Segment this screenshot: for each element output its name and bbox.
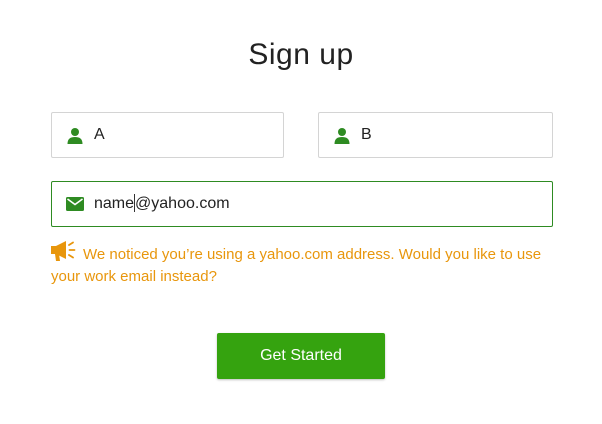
email-notice: We noticed you’re using a yahoo.com addr… bbox=[51, 240, 561, 288]
email-value-after-caret: @yahoo.com bbox=[135, 195, 230, 213]
last-name-value: B bbox=[361, 126, 372, 143]
text-caret bbox=[134, 193, 136, 212]
megaphone-icon bbox=[51, 240, 77, 262]
notice-text: We noticed you’re using a yahoo.com addr… bbox=[51, 246, 542, 285]
signup-page: Sign up A B name@yahoo.com We noticed yo… bbox=[0, 0, 602, 424]
email-value-before-caret: name bbox=[94, 195, 135, 213]
email-field[interactable]: name@yahoo.com bbox=[51, 181, 553, 227]
page-title: Sign up bbox=[248, 38, 354, 71]
user-icon bbox=[66, 126, 84, 144]
get-started-button[interactable]: Get Started bbox=[217, 333, 385, 379]
email-value: name@yahoo.com bbox=[94, 193, 230, 213]
user-icon bbox=[333, 126, 351, 144]
first-name-value: A bbox=[94, 126, 105, 143]
first-name-field[interactable]: A bbox=[51, 112, 284, 158]
envelope-icon bbox=[66, 195, 84, 213]
last-name-field[interactable]: B bbox=[318, 112, 553, 158]
